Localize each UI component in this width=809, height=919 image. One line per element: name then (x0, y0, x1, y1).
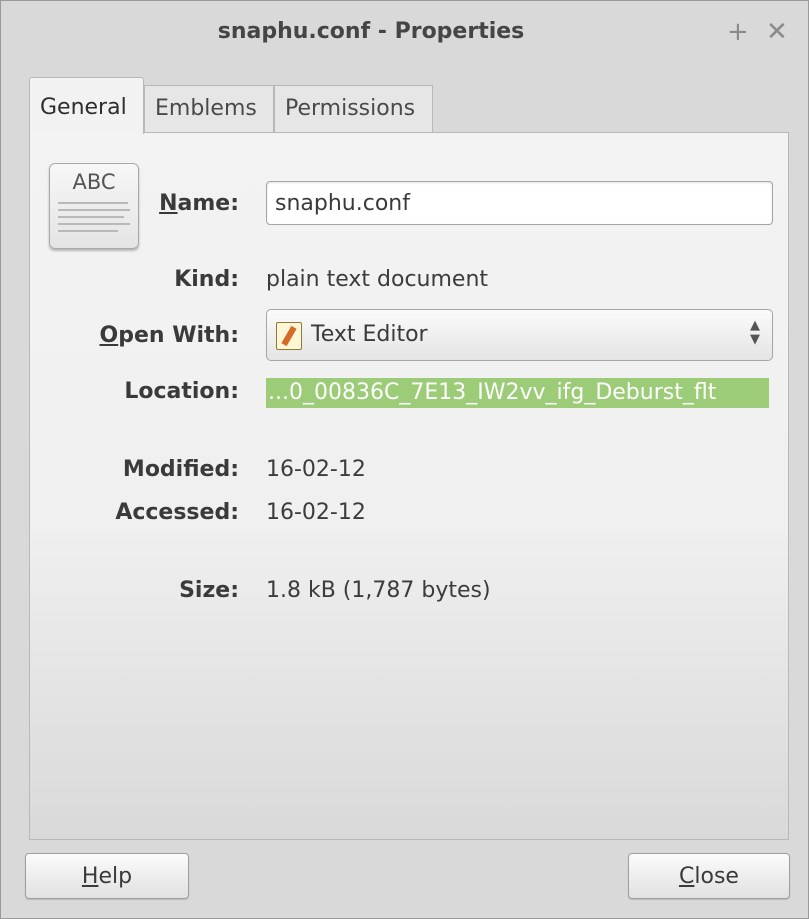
text-editor-icon (276, 322, 302, 350)
window-title: snaphu.conf - Properties (217, 19, 525, 44)
close-mnemonic: C (679, 863, 695, 889)
close-button[interactable]: Close (628, 853, 790, 899)
open-with-label-mnemonic: O (99, 323, 119, 348)
title-bar[interactable]: snaphu.conf - Properties + ✕ (1, 1, 808, 67)
pin-icon[interactable]: + (727, 17, 749, 47)
tab-emblems[interactable]: Emblems (144, 85, 274, 133)
tab-permissions[interactable]: Permissions (274, 85, 433, 133)
open-with-label-text: pen With: (118, 323, 239, 348)
file-icon-line (58, 216, 124, 218)
accessed-label: Accessed: (115, 500, 239, 525)
size-label: Size: (179, 578, 239, 603)
location-value[interactable]: ...0_00836C_7E13_IW2vv_ifg_Deburst_flt (266, 378, 769, 408)
close-window-icon[interactable]: ✕ (766, 17, 788, 47)
combo-arrows-icon: ▲ ▼ (750, 318, 760, 347)
modified-value: 16-02-12 (266, 457, 366, 482)
help-button[interactable]: Help (25, 853, 189, 899)
tab-general[interactable]: General (29, 77, 144, 134)
size-value: 1.8 kB (1,787 bytes) (266, 578, 491, 603)
name-label-text: ame: (177, 191, 240, 216)
open-with-label: Open With: (39, 323, 239, 348)
open-with-combo[interactable]: Text Editor ▲ ▼ (266, 309, 773, 361)
open-with-value: Text Editor (311, 322, 428, 347)
properties-window: snaphu.conf - Properties + ✕ General Emb… (0, 0, 809, 919)
modified-label: Modified: (122, 457, 239, 482)
location-label: Location: (124, 379, 239, 404)
file-icon-line (58, 230, 118, 232)
help-label: elp (98, 863, 133, 889)
accessed-value: 16-02-12 (266, 500, 366, 525)
kind-value: plain text document (266, 267, 489, 292)
file-icon-line (58, 223, 130, 225)
name-input[interactable] (266, 181, 773, 225)
kind-label: Kind: (174, 267, 239, 292)
help-mnemonic: H (81, 863, 99, 889)
general-panel (29, 132, 789, 840)
close-label: lose (694, 863, 739, 889)
name-label-mnemonic: N (159, 191, 178, 216)
name-label: Name: (39, 191, 239, 216)
